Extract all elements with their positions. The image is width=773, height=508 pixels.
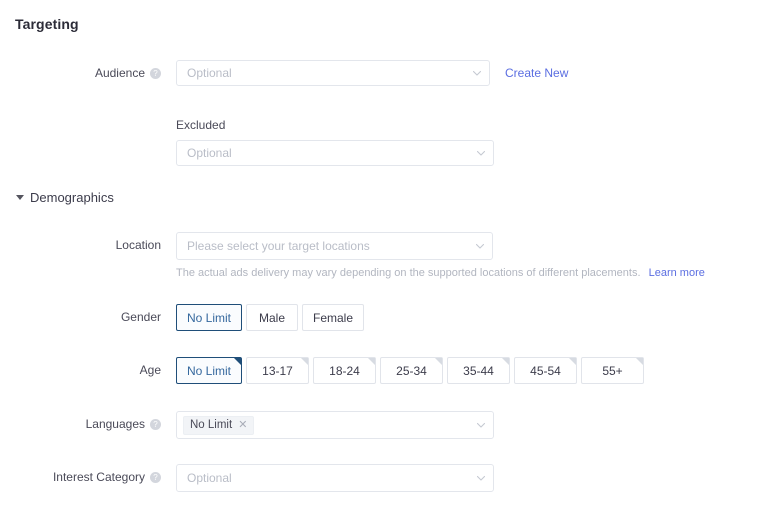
help-circle-icon[interactable]: ? <box>150 472 161 483</box>
gender-options-group: No Limit Male Female <box>176 304 364 331</box>
demographics-section-toggle[interactable]: Demographics <box>16 190 114 205</box>
age-options-group: No Limit 13-17 18-24 25-34 35-44 45-54 5… <box>176 357 644 384</box>
chevron-down-icon <box>476 420 484 428</box>
corner-flag-icon <box>502 358 509 365</box>
create-new-audience-link[interactable]: Create New <box>505 60 568 86</box>
language-tag-label: No Limit <box>190 419 232 431</box>
help-circle-icon[interactable]: ? <box>150 419 161 430</box>
gender-option-female[interactable]: Female <box>302 304 364 331</box>
interest-category-label: Interest Category <box>53 464 145 490</box>
age-option-45-54[interactable]: 45-54 <box>514 357 577 384</box>
chevron-down-icon <box>476 148 484 156</box>
age-option-18-24-label: 18-24 <box>329 364 360 378</box>
chevron-down-icon <box>472 68 480 76</box>
audience-label-wrap: Audience ? <box>0 60 161 86</box>
age-option-55-plus-label: 55+ <box>602 364 622 378</box>
audience-select[interactable]: Optional <box>176 60 490 86</box>
gender-label-wrap: Gender <box>0 304 161 330</box>
location-select[interactable]: Please select your target locations <box>176 232 493 260</box>
languages-label: Languages <box>86 411 145 437</box>
location-label-wrap: Location <box>0 232 161 258</box>
chevron-down-icon <box>476 473 484 481</box>
languages-label-wrap: Languages ? <box>0 411 161 437</box>
age-option-45-54-label: 45-54 <box>530 364 561 378</box>
excluded-select[interactable]: Optional <box>176 140 494 166</box>
audience-label: Audience <box>95 60 145 86</box>
location-hint-text: The actual ads delivery may vary dependi… <box>176 267 641 279</box>
gender-row: Gender No Limit Male Female <box>0 304 364 331</box>
gender-option-no-limit[interactable]: No Limit <box>176 304 242 331</box>
age-label: Age <box>140 357 161 383</box>
location-row: Location Please select your target locat… <box>0 232 493 260</box>
age-label-wrap: Age <box>0 357 161 383</box>
corner-flag-icon <box>569 358 576 365</box>
age-option-25-34[interactable]: 25-34 <box>380 357 443 384</box>
interest-category-select[interactable]: Optional <box>176 464 494 492</box>
language-tag-no-limit: No Limit ✕ <box>183 416 254 435</box>
corner-flag-icon <box>234 358 241 365</box>
location-placeholder: Please select your target locations <box>187 239 370 253</box>
location-hint: The actual ads delivery may vary dependi… <box>176 267 705 279</box>
corner-flag-icon <box>301 358 308 365</box>
age-option-18-24[interactable]: 18-24 <box>313 357 376 384</box>
gender-option-male[interactable]: Male <box>246 304 298 331</box>
help-circle-icon[interactable]: ? <box>150 68 161 79</box>
corner-flag-icon <box>435 358 442 365</box>
location-learn-more-link[interactable]: Learn more <box>649 267 705 279</box>
interest-category-row: Interest Category ? Optional <box>0 464 494 492</box>
corner-flag-icon <box>368 358 375 365</box>
age-option-25-34-label: 25-34 <box>396 364 427 378</box>
age-row: Age No Limit 13-17 18-24 25-34 35-44 45-… <box>0 357 644 384</box>
age-option-no-limit[interactable]: No Limit <box>176 357 242 384</box>
age-option-55-plus[interactable]: 55+ <box>581 357 644 384</box>
age-option-13-17[interactable]: 13-17 <box>246 357 309 384</box>
languages-select[interactable]: No Limit ✕ <box>176 411 494 439</box>
close-icon[interactable]: ✕ <box>238 420 247 431</box>
location-label: Location <box>116 232 161 258</box>
excluded-placeholder: Optional <box>187 146 232 160</box>
age-option-35-44[interactable]: 35-44 <box>447 357 510 384</box>
age-option-no-limit-label: No Limit <box>187 364 231 378</box>
excluded-label: Excluded <box>176 118 494 132</box>
triangle-down-icon <box>16 195 24 200</box>
demographics-label: Demographics <box>30 190 114 205</box>
interest-category-label-wrap: Interest Category ? <box>0 464 161 490</box>
page-title: Targeting <box>15 16 79 32</box>
chevron-down-icon <box>475 241 483 249</box>
age-option-13-17-label: 13-17 <box>262 364 293 378</box>
excluded-group: Excluded Optional <box>176 118 494 166</box>
corner-flag-icon <box>636 358 643 365</box>
age-option-35-44-label: 35-44 <box>463 364 494 378</box>
gender-label: Gender <box>121 304 161 330</box>
interest-category-placeholder: Optional <box>187 471 232 485</box>
audience-row: Audience ? Optional Create New <box>0 60 568 86</box>
audience-placeholder: Optional <box>187 66 232 80</box>
languages-row: Languages ? No Limit ✕ <box>0 411 494 439</box>
